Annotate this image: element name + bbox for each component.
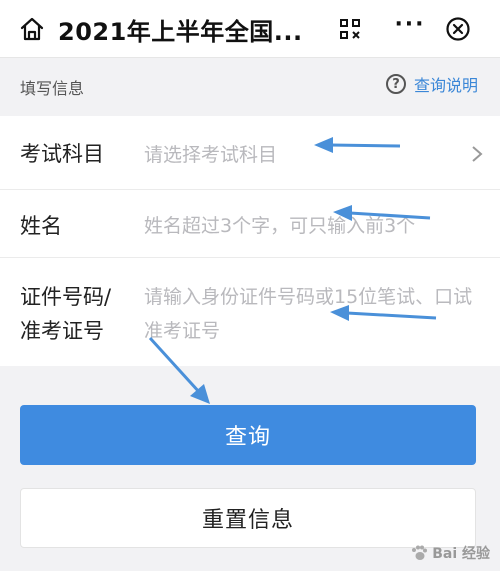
field-name[interactable]: 姓名 姓名超过3个字，可只输入前3个 xyxy=(0,190,500,258)
home-icon[interactable] xyxy=(18,15,46,43)
top-bar: 2021年上半年全国... ··· xyxy=(0,0,500,58)
section-header: 填写信息 ? 查询说明 xyxy=(0,58,500,116)
section-label: 填写信息 xyxy=(20,79,85,98)
page-title: 2021年上半年全国... xyxy=(58,18,303,46)
more-button[interactable]: ··· xyxy=(390,10,430,48)
query-button[interactable]: 查询 xyxy=(20,405,476,465)
id-number-label: 证件号码/ 准考证号 xyxy=(20,285,112,343)
name-label: 姓名 xyxy=(20,214,62,238)
close-icon xyxy=(446,17,470,41)
help-link[interactable]: ? 查询说明 xyxy=(385,72,478,96)
scan-icon xyxy=(340,19,360,39)
help-link-text: 查询说明 xyxy=(413,76,478,95)
reset-button[interactable]: 重置信息 xyxy=(20,488,476,548)
watermark: Bai 经验 xyxy=(410,543,490,563)
query-form: 考试科目 请选择考试科目 姓名 姓名超过3个字，可只输入前3个 证件号码/ 准考… xyxy=(0,116,500,366)
id-number-input[interactable]: 请输入身份证件号码或15位笔试、口试准考证号 xyxy=(144,280,480,348)
watermark-text: Bai 经验 xyxy=(432,546,490,562)
question-circle-icon: ? xyxy=(385,74,406,94)
name-input[interactable]: 姓名超过3个字，可只输入前3个 xyxy=(144,211,490,238)
more-icon: ··· xyxy=(394,12,426,37)
field-exam-subject[interactable]: 考试科目 请选择考试科目 xyxy=(0,116,500,190)
exam-subject-label: 考试科目 xyxy=(20,142,104,166)
scan-button[interactable] xyxy=(330,10,370,48)
chevron-right-icon xyxy=(472,146,483,162)
paw-icon xyxy=(412,545,428,560)
field-id-number[interactable]: 证件号码/ 准考证号 请输入身份证件号码或15位笔试、口试准考证号 xyxy=(0,258,500,366)
exam-subject-select[interactable]: 请选择考试科目 xyxy=(144,140,470,167)
button-area: 查询 重置信息 xyxy=(0,366,500,571)
close-button[interactable] xyxy=(438,10,478,48)
